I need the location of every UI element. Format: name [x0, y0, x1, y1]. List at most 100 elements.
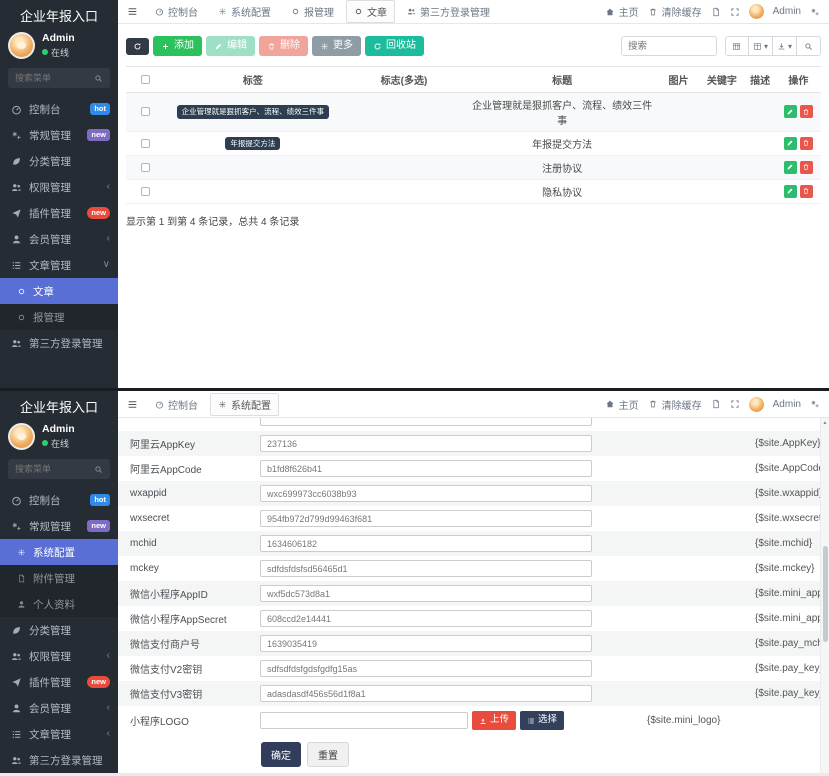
delete-row-button[interactable] [800, 161, 813, 174]
sidebar-item-auth[interactable]: 权限管理‹ [0, 643, 118, 669]
search-button[interactable] [797, 36, 821, 56]
sidebar-item-category[interactable]: 分类管理 [0, 148, 118, 174]
sidebar-item-third-login[interactable]: 第三方登录管理 [0, 747, 118, 773]
sidebar-item-general[interactable]: 常规管理new [0, 122, 118, 148]
sidebar-item-addon[interactable]: 插件管理new [0, 200, 118, 226]
delete-row-button[interactable] [800, 137, 813, 150]
avatar[interactable] [8, 423, 35, 450]
clear-cache-link[interactable]: 清除缓存 [648, 397, 702, 412]
sidebar-item-article-manage[interactable]: 文章管理‹ [0, 721, 118, 747]
menu-search-input[interactable] [15, 464, 94, 474]
home-link[interactable]: 主页 [605, 4, 639, 19]
sidebar-toggle-button[interactable] [118, 399, 147, 410]
add-button[interactable]: 添加 [153, 36, 202, 56]
edit-button[interactable]: 编辑 [206, 36, 255, 56]
sidebar-item-dashboard[interactable]: 控制台hot [0, 487, 118, 513]
sidebar-item-label: 插件管理 [29, 206, 71, 221]
col-header-operate[interactable]: 操作 [776, 67, 821, 93]
delete-row-button[interactable] [800, 105, 813, 118]
submit-button[interactable]: 确定 [261, 742, 301, 767]
config-input[interactable] [260, 418, 592, 426]
wxsecret-input[interactable] [260, 510, 592, 527]
edit-row-button[interactable] [784, 105, 797, 118]
sidebar-item-member[interactable]: 会员管理‹ [0, 226, 118, 252]
sidebar-item-article-manage[interactable]: 文章管理∨ [0, 252, 118, 278]
navbar-user-name[interactable]: Admin [773, 6, 801, 17]
col-header-description[interactable]: 描述 [745, 67, 776, 93]
recycle-bin-button[interactable]: 回收站 [365, 36, 424, 56]
sidebar-item-general[interactable]: 常规管理new [0, 513, 118, 539]
row-checkbox[interactable] [141, 107, 150, 116]
navbar-user-name[interactable]: Admin [773, 399, 801, 410]
shortcut-icon[interactable] [711, 7, 721, 17]
avatar[interactable] [749, 4, 764, 19]
pay-key-v3-input[interactable] [260, 685, 592, 702]
pay-key-v2-input[interactable] [260, 660, 592, 677]
sidebar-item-article[interactable]: 文章 [0, 278, 118, 304]
edit-row-button[interactable] [784, 185, 797, 198]
sidebar-item-report-manage[interactable]: 报管理 [0, 304, 118, 330]
tab-system-config[interactable]: 系统配置 [210, 393, 279, 416]
clear-cache-link[interactable]: 清除缓存 [648, 4, 702, 19]
sidebar-item-addon[interactable]: 插件管理new [0, 669, 118, 695]
edit-row-button[interactable] [784, 137, 797, 150]
col-header-tag[interactable]: 标签 [164, 67, 341, 93]
delete-button[interactable]: 删除 [259, 36, 308, 56]
export-button[interactable]: ▾ [773, 36, 797, 56]
gears-icon[interactable] [810, 7, 820, 17]
delete-row-button[interactable] [800, 185, 813, 198]
scrollbar[interactable]: ▲ [820, 418, 829, 773]
wxappid-input[interactable] [260, 485, 592, 502]
tab-dashboard[interactable]: 控制台 [147, 393, 206, 416]
home-link[interactable]: 主页 [605, 397, 639, 412]
choose-button[interactable]: 选择 [520, 711, 564, 729]
col-header-keywords[interactable]: 关键字 [699, 67, 744, 93]
fixed-columns-button[interactable] [725, 36, 749, 56]
scroll-up-arrow[interactable]: ▲ [821, 418, 829, 428]
col-header-title[interactable]: 标题 [467, 67, 658, 93]
col-header-image[interactable]: 图片 [658, 67, 700, 93]
tab-article[interactable]: 文章 [346, 0, 395, 23]
sidebar-toggle-button[interactable] [118, 6, 147, 17]
mchid-input[interactable] [260, 535, 592, 552]
col-header-flag[interactable]: 标志(多选) [341, 67, 466, 93]
fullscreen-icon[interactable] [730, 399, 740, 409]
tab-third-login[interactable]: 第三方登录管理 [399, 0, 498, 23]
mini-appsecret-input[interactable] [260, 610, 592, 627]
avatar[interactable] [8, 32, 35, 59]
table-search-input[interactable] [621, 36, 717, 56]
menu-search-input[interactable] [15, 73, 94, 83]
upload-button[interactable]: 上传 [472, 711, 516, 729]
refresh-button[interactable] [126, 38, 149, 55]
columns-button[interactable]: ▾ [749, 36, 773, 56]
sidebar-item-category[interactable]: 分类管理 [0, 617, 118, 643]
mckey-input[interactable] [260, 560, 592, 577]
tab-report-manage[interactable]: 报管理 [283, 0, 342, 23]
shortcut-icon[interactable] [711, 399, 721, 409]
sidebar-item-attachment[interactable]: 附件管理 [0, 565, 118, 591]
scrollbar-thumb[interactable] [823, 546, 828, 642]
sidebar-item-third-login[interactable]: 第三方登录管理 [0, 330, 118, 356]
select-all-checkbox[interactable] [141, 75, 150, 84]
sidebar-item-member[interactable]: 会员管理‹ [0, 695, 118, 721]
sidebar-item-system-config[interactable]: 系统配置 [0, 539, 118, 565]
tab-system-config[interactable]: 系统配置 [210, 0, 279, 23]
fullscreen-icon[interactable] [730, 7, 740, 17]
row-checkbox[interactable] [141, 187, 150, 196]
row-checkbox[interactable] [141, 139, 150, 148]
gears-icon[interactable] [810, 399, 820, 409]
appkey-input[interactable] [260, 435, 592, 452]
pay-mchid-input[interactable] [260, 635, 592, 652]
avatar[interactable] [749, 397, 764, 412]
row-checkbox[interactable] [141, 163, 150, 172]
mini-appid-input[interactable] [260, 585, 592, 602]
sidebar-item-profile[interactable]: 个人资料 [0, 591, 118, 617]
more-button[interactable]: 更多 [312, 36, 361, 56]
tab-dashboard[interactable]: 控制台 [147, 0, 206, 23]
mini-logo-input[interactable] [260, 712, 468, 729]
sidebar-item-dashboard[interactable]: 控制台hot [0, 96, 118, 122]
appcode-input[interactable] [260, 460, 592, 477]
edit-row-button[interactable] [784, 161, 797, 174]
sidebar-item-auth[interactable]: 权限管理‹ [0, 174, 118, 200]
reset-button[interactable]: 重置 [307, 742, 349, 767]
